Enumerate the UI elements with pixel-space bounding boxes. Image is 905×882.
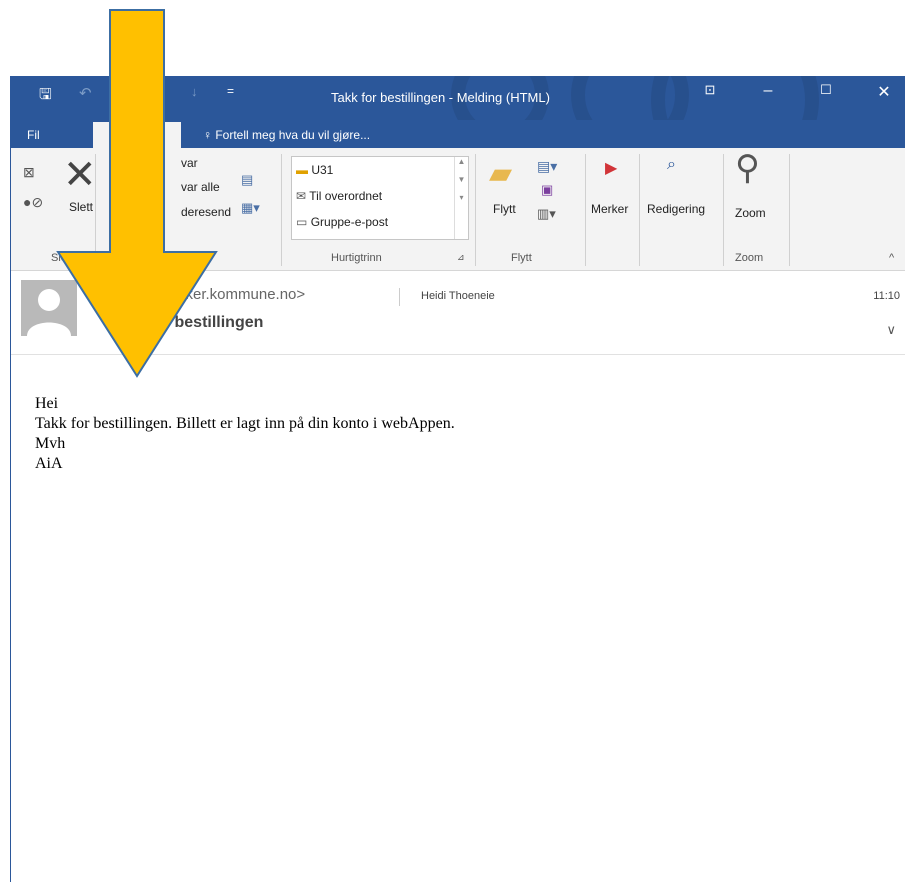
title-bar: 🖫 ↶ ↓ = Takk for bestillingen - Melding … bbox=[11, 76, 905, 120]
timestamp: 11:10 bbox=[873, 290, 900, 302]
collapse-ribbon-icon[interactable]: ^ bbox=[889, 252, 894, 264]
close-button[interactable]: ✕ bbox=[869, 82, 899, 102]
title-decoration bbox=[651, 76, 819, 120]
body-line: Hei bbox=[35, 395, 59, 412]
group-label-svar: Svar bbox=[187, 252, 210, 264]
onenote-icon[interactable]: ▣ bbox=[541, 182, 553, 198]
delete-button[interactable]: Slett bbox=[69, 200, 93, 214]
meeting-reply-icon[interactable]: ▤ bbox=[241, 172, 253, 188]
subject: Takk for bestillingen bbox=[109, 314, 264, 331]
ignore-icon[interactable]: ⊠ bbox=[23, 164, 35, 181]
quick-step-til-overordnet[interactable]: ✉ Til overordnet bbox=[296, 189, 382, 203]
tell-me-search[interactable]: ♀ Fortell meg hva du vil gjøre... bbox=[203, 128, 370, 142]
minimize-button[interactable]: – bbox=[753, 82, 783, 100]
group-label-zoom: Zoom bbox=[735, 252, 764, 264]
group-divider bbox=[475, 154, 476, 266]
sender[interactable]: Ai<AiA@asker.kommune.no> bbox=[109, 286, 305, 303]
group-label-flytt: Flytt bbox=[511, 252, 532, 264]
ribbon-display-icon[interactable]: ⊡ bbox=[695, 82, 725, 98]
editing-button[interactable]: Redigering bbox=[647, 202, 705, 216]
quick-steps-scroll[interactable]: ▲ ▼ ▾ bbox=[454, 157, 468, 239]
folder-icon: ▬ bbox=[296, 163, 308, 177]
person-icon bbox=[27, 289, 71, 336]
save-icon[interactable]: 🖫 bbox=[39, 84, 52, 109]
quick-step-u31[interactable]: ▬ U31 bbox=[296, 163, 333, 177]
tell-me-label: Fortell meg hva du vil gjøre... bbox=[215, 128, 371, 142]
group-divider bbox=[95, 154, 96, 266]
quick-step-label: U31 bbox=[311, 163, 334, 177]
zoom-icon[interactable]: ⚲ bbox=[735, 148, 760, 188]
envelope-icon: ▭ bbox=[296, 215, 308, 229]
avatar bbox=[21, 280, 77, 336]
actions-icon[interactable]: ▥▾ bbox=[537, 206, 556, 222]
chevron-down-icon[interactable]: ∨ bbox=[886, 322, 896, 338]
junk-icon[interactable]: ●⊘ bbox=[23, 194, 43, 211]
outlook-message-window: 🖫 ↶ ↓ = Takk for bestillingen - Melding … bbox=[10, 76, 905, 882]
dialog-launcher-icon[interactable]: ⊿ bbox=[457, 252, 465, 263]
group-divider bbox=[585, 154, 586, 266]
group-divider bbox=[723, 154, 724, 266]
ribbon-tabs: Fil ♀ Fortell meg hva du vil gjøre... bbox=[11, 120, 905, 148]
down-arrow-icon[interactable]: ↓ bbox=[191, 84, 198, 99]
tab-file[interactable]: Fil bbox=[27, 128, 40, 142]
tab-message[interactable] bbox=[93, 122, 181, 148]
customize-quick-access-icon[interactable]: = bbox=[227, 84, 234, 98]
undo-icon[interactable]: ↶ bbox=[79, 84, 92, 102]
body-line: Takk for bestillingen. Billett er lagt i… bbox=[35, 415, 455, 432]
group-divider bbox=[281, 154, 282, 266]
header-divider bbox=[399, 288, 400, 306]
quick-step-label: Til overordnet bbox=[309, 189, 383, 203]
body-line: Mvh bbox=[35, 435, 66, 452]
move-folder-icon[interactable]: ▰ bbox=[489, 156, 512, 191]
move-button[interactable]: Flytt bbox=[493, 202, 516, 216]
recipient[interactable]: Heidi Thoeneie bbox=[421, 290, 495, 302]
envelope-icon: ✉ bbox=[296, 189, 307, 203]
message-header: Ai<AiA@asker.kommune.no> Heidi Thoeneie … bbox=[11, 270, 905, 355]
flag-icon[interactable]: ▶ bbox=[605, 158, 617, 178]
lightbulb-icon: ♀ bbox=[203, 128, 212, 142]
delete-icon[interactable]: ✕ bbox=[63, 152, 97, 198]
quick-step-gruppe-e-post[interactable]: ▭ Gruppe-e-post bbox=[296, 215, 388, 229]
message-body: Hei Takk for bestillingen. Billett er la… bbox=[35, 394, 455, 474]
group-divider bbox=[789, 154, 790, 266]
window-title: Takk for bestillingen - Melding (HTML) bbox=[331, 90, 550, 105]
group-divider bbox=[639, 154, 640, 266]
group-label-slett: Slett bbox=[51, 252, 74, 264]
ribbon: ⊠ ●⊘ ✕ Slett Slett var var alle deresend… bbox=[11, 148, 905, 271]
maximize-button[interactable]: ☐ bbox=[811, 82, 841, 98]
rules-icon[interactable]: ▤▾ bbox=[537, 158, 557, 175]
quick-step-label: Gruppe-e-post bbox=[310, 215, 389, 229]
more-reply-icon[interactable]: ▦▾ bbox=[241, 200, 260, 216]
zoom-button[interactable]: Zoom bbox=[735, 206, 766, 220]
body-line: AiA bbox=[35, 455, 63, 472]
reply-all-button[interactable]: var alle bbox=[181, 180, 220, 194]
forward-button[interactable]: deresend bbox=[181, 205, 231, 219]
group-label-hurtigtrinn: Hurtigtrinn bbox=[331, 252, 382, 264]
tags-button[interactable]: Merker bbox=[591, 202, 628, 216]
search-icon[interactable]: ⌕ bbox=[667, 156, 676, 174]
quick-steps-gallery: ▬ U31 ✉ Til overordnet ▭ Gruppe-e-post ▲… bbox=[291, 156, 469, 240]
reply-button[interactable]: var bbox=[181, 156, 198, 170]
